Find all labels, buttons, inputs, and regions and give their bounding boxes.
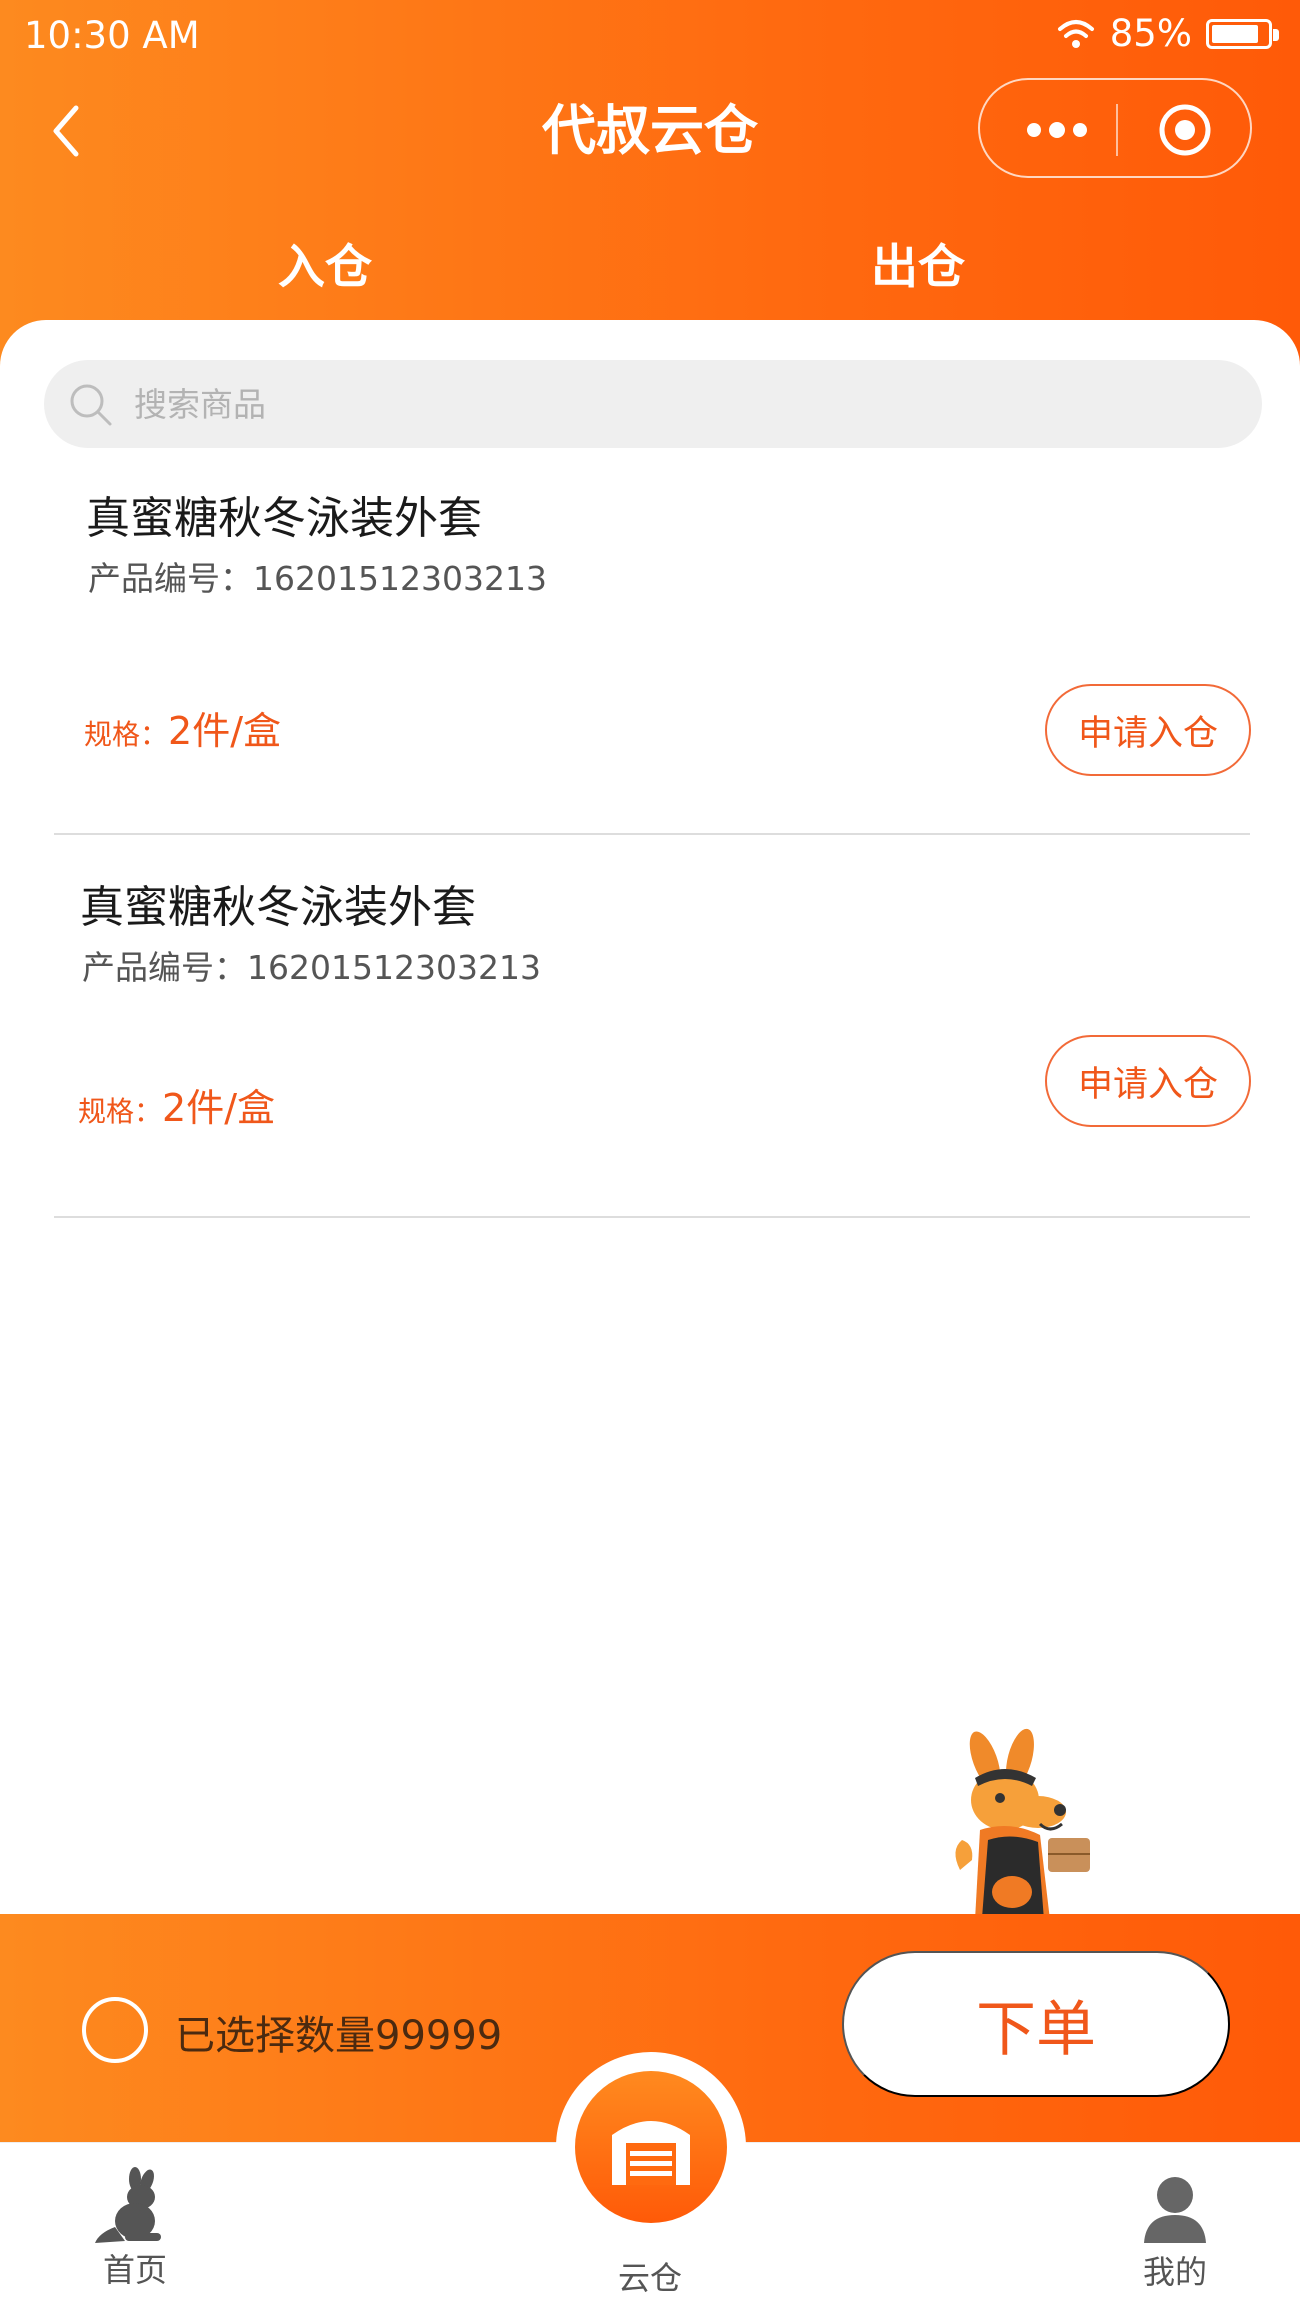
tab-cloud-label: 云仓	[617, 2259, 682, 2297]
spec-label: 规格：	[78, 1095, 163, 1128]
mini-program-capsule	[978, 78, 1252, 178]
status-indicators: 85%	[1056, 12, 1279, 55]
product-name: 真蜜糖秋冬泳装外套	[86, 493, 482, 544]
status-time: 10:30 AM	[24, 14, 200, 57]
tab-in-warehouse[interactable]: 入仓	[225, 238, 425, 298]
search-input[interactable]	[134, 360, 1234, 448]
product-item: 真蜜糖秋冬泳装外套 产品编号：16201512303213 规格：2件/盒 申请…	[54, 835, 1251, 1218]
product-name: 真蜜糖秋冬泳装外套	[80, 882, 476, 933]
spec-value: 2件/盒	[162, 1086, 275, 1130]
product-spec: 规格：2件/盒	[78, 1077, 275, 1132]
search-bar[interactable]	[44, 360, 1262, 448]
apply-warehousing-button[interactable]: 申请入仓	[1045, 684, 1251, 776]
place-order-button[interactable]: 下单	[842, 1951, 1230, 2097]
wifi-icon	[1057, 19, 1094, 48]
capsule-divider	[1116, 104, 1118, 156]
battery-icon	[1206, 18, 1279, 49]
more-dots-icon[interactable]	[1022, 118, 1092, 142]
content-card: 真蜜糖秋冬泳装外套 产品编号：16201512303213 规格：2件/盒 申请…	[0, 320, 1300, 1920]
spec-value: 2件/盒	[168, 709, 281, 753]
status-bar: 10:30 AM 85%	[0, 0, 1300, 76]
product-code: 产品编号：16201512303213	[82, 948, 541, 987]
select-all-radio[interactable]	[82, 1997, 148, 2063]
apply-warehousing-button[interactable]: 申请入仓	[1045, 1035, 1251, 1127]
tab-home-label: 首页	[102, 2251, 167, 2289]
tab-mine[interactable]: 我的	[1120, 2173, 1230, 2293]
tab-cloud-warehouse[interactable]: 云仓	[570, 2253, 730, 2299]
battery-percent: 85%	[1109, 12, 1192, 55]
product-item: 真蜜糖秋冬泳装外套 产品编号：16201512303213 规格：2件/盒 申请…	[54, 452, 1251, 835]
search-icon	[70, 384, 112, 426]
tab-mine-label: 我的	[1142, 2253, 1207, 2291]
selected-count-text: 已选择数量99999	[175, 2013, 503, 2059]
product-spec: 规格：2件/盒	[84, 700, 281, 755]
close-target-icon[interactable]	[1157, 102, 1213, 158]
product-code: 产品编号：16201512303213	[88, 559, 547, 598]
warehouse-icon	[612, 2121, 690, 2185]
user-icon	[1144, 2177, 1206, 2243]
tab-out-warehouse[interactable]: 出仓	[818, 238, 1018, 298]
spec-label: 规格：	[84, 718, 169, 751]
kangaroo-home-icon	[95, 2167, 161, 2243]
cloud-warehouse-center-button[interactable]	[575, 2071, 727, 2223]
battery-level	[1212, 24, 1258, 43]
tab-home[interactable]: 首页	[80, 2167, 190, 2291]
